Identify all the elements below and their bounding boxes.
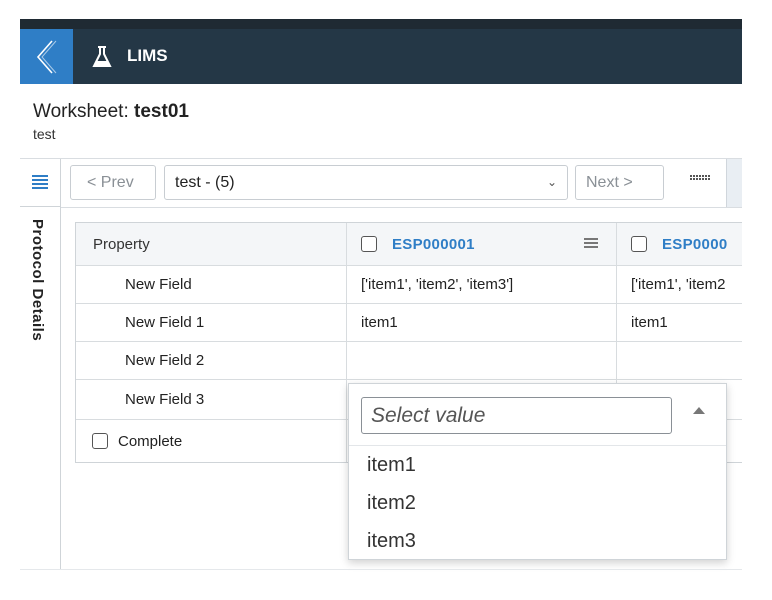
table-row: New Field ['item1', 'item2', 'item3'] ['… (76, 266, 742, 304)
property-cell: New Field 1 (76, 304, 347, 341)
grid-icon (690, 175, 710, 180)
complete-label: Complete (118, 432, 183, 450)
select-value-input[interactable]: Select value (361, 397, 672, 434)
value-cell[interactable]: item1 (347, 304, 617, 341)
sidebar-label[interactable]: Protocol Details (29, 219, 46, 341)
complete-checkbox[interactable] (92, 433, 108, 449)
prev-button[interactable]: < Prev (70, 165, 156, 200)
app-title: LIMS (127, 46, 168, 65)
property-cell: New Field 3 (76, 380, 347, 419)
worksheet-subtitle: test (33, 126, 56, 142)
property-cell: New Field (76, 266, 347, 303)
value-cell[interactable]: item1 (617, 304, 742, 341)
complete-cell[interactable]: Complete (76, 420, 347, 462)
value-cell[interactable]: ['item1', 'item2', 'item3'] (347, 266, 617, 303)
value-cell[interactable] (347, 342, 617, 379)
worksheet-title: Worksheet: test01 (33, 101, 189, 123)
table-row: New Field 1 item1 item1 (76, 304, 742, 342)
top-strip (20, 19, 742, 29)
value-cell[interactable]: ['item1', 'item2 (617, 266, 742, 303)
column-checkbox[interactable] (631, 236, 647, 252)
worksheet-label: Worksheet: (33, 101, 135, 122)
column-title[interactable]: ESP0000 (662, 236, 727, 253)
table-header-row: Property ESP000001 ESP0000 (76, 222, 742, 266)
menu-button[interactable] (20, 159, 60, 207)
dropdown-option[interactable]: item1 (367, 454, 416, 477)
table-row: New Field 2 (76, 342, 742, 380)
header-col1[interactable]: ESP000001 (347, 223, 617, 265)
column-checkbox[interactable] (361, 236, 377, 252)
toolbar-divider (20, 158, 742, 159)
dropdown-option[interactable]: item3 (367, 530, 416, 553)
worksheet-name: test01 (134, 101, 189, 122)
toolbar-edge (726, 159, 742, 207)
back-button[interactable] (20, 29, 73, 84)
dropdown-divider (349, 445, 726, 446)
sample-select[interactable]: test - (5) ⌄ (164, 165, 568, 200)
list-icon (32, 175, 48, 177)
grid-view-button[interactable] (675, 163, 725, 201)
flask-icon (92, 46, 112, 67)
hamburger-icon[interactable] (584, 236, 598, 250)
bottom-divider (20, 569, 742, 570)
protocol-sidebar: Protocol Details (20, 159, 61, 570)
dropdown-option[interactable]: item2 (367, 492, 416, 515)
value-dropdown: Select value item1 item2 item3 (348, 383, 727, 560)
content-divider (61, 207, 742, 208)
value-cell[interactable] (617, 342, 742, 379)
caret-up-icon[interactable] (693, 407, 705, 414)
header-col2[interactable]: ESP0000 (617, 223, 742, 265)
chevron-left-icon (36, 40, 57, 74)
chevron-down-icon: ⌄ (546, 175, 557, 189)
app-bar: LIMS (20, 29, 742, 84)
next-button[interactable]: Next > (575, 165, 664, 200)
header-property: Property (76, 223, 347, 265)
property-cell: New Field 2 (76, 342, 347, 379)
select-value: test - (5) (175, 174, 235, 191)
column-title[interactable]: ESP000001 (392, 236, 475, 253)
